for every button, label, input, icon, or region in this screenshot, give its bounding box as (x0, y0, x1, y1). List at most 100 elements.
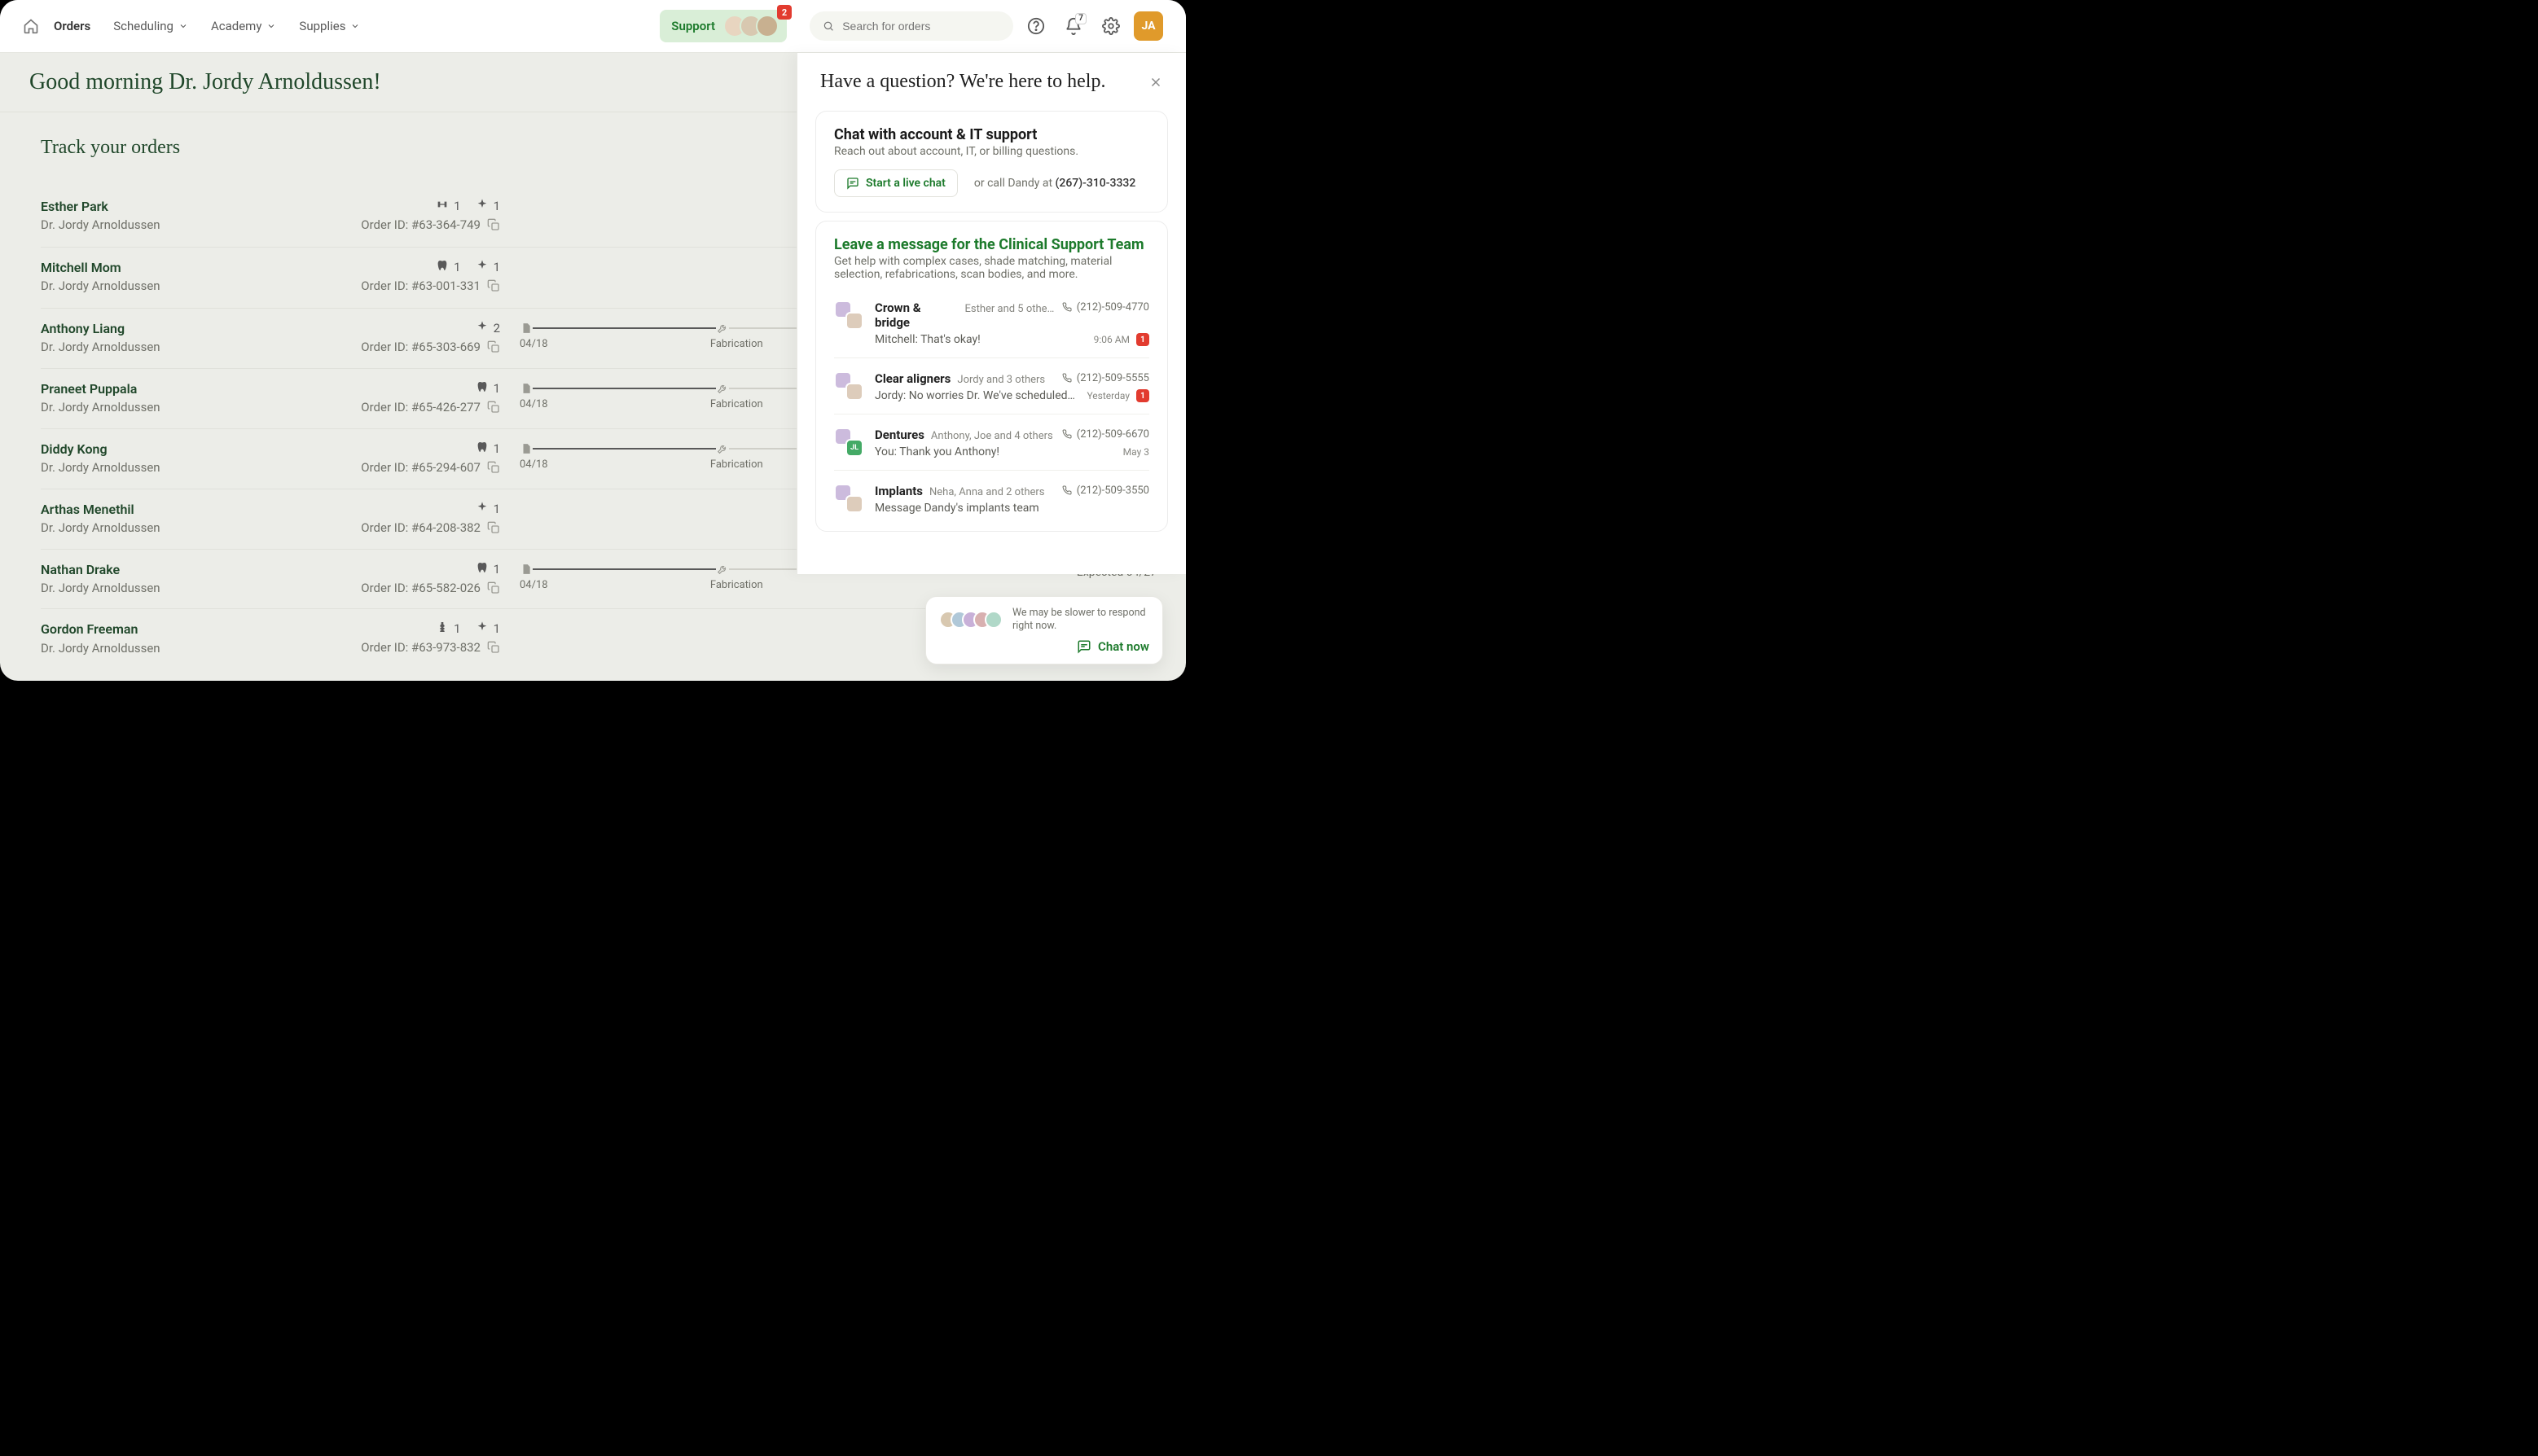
wrench-icon (716, 382, 729, 395)
chat-widget-note: We may be slower to respond right now. (1012, 607, 1149, 634)
progress-start-date: 04/18 (520, 338, 548, 350)
chat-now-label: Chat now (1098, 639, 1149, 654)
bridge-count: 1 (436, 198, 460, 214)
nav-link-label: Orders (54, 19, 90, 33)
notifications-button[interactable]: 7 (1059, 11, 1088, 41)
notifications-badge: 7 (1075, 13, 1087, 24)
support-panel: Have a question? We're here to help. Cha… (797, 53, 1186, 574)
sparkle-count: 1 (476, 198, 500, 214)
tooth-icon (436, 259, 449, 275)
support-thread[interactable]: Clear alignersJordy and 3 others(212)-50… (834, 357, 1149, 414)
support-thread[interactable]: JL Dentures Anthony, Joe and 4 others (212)… (834, 414, 1149, 470)
thread-people: Anthony, Joe and 4 others (931, 430, 1053, 442)
support-thread[interactable]: ImplantsNeha, Anna and 2 others(212)-509… (834, 470, 1149, 526)
thread-avatars: JL (834, 428, 863, 457)
support-phone-number[interactable]: (267)-310-3332 (1056, 177, 1136, 190)
search-bar[interactable] (810, 11, 1013, 41)
chat-widget: We may be slower to respond right now. C… (925, 596, 1163, 665)
nav-link-academy[interactable]: Academy (211, 19, 276, 33)
unread-badge: 1 (1136, 389, 1149, 402)
nav-link-orders[interactable]: Orders (54, 19, 90, 33)
progress-stage: Fabrication (710, 579, 763, 591)
thread-phone[interactable]: (212)-509-6670 (1062, 428, 1149, 441)
settings-button[interactable] (1096, 11, 1126, 41)
phone-icon (1062, 429, 1072, 439)
thread-title: Dentures (875, 428, 924, 442)
help-button[interactable] (1021, 11, 1051, 41)
unread-badge: 1 (1136, 333, 1149, 346)
support-card-clinical-title: Leave a message for the Clinical Support… (834, 236, 1149, 253)
thread-message: Message Dandy's implants team (875, 502, 1039, 515)
or-call-text: or call Dandy at (267)-310-3332 (974, 177, 1135, 190)
order-id: Order ID: #65-303-669 (361, 340, 500, 354)
file-icon (520, 442, 533, 455)
nav-link-scheduling[interactable]: Scheduling (113, 19, 188, 33)
thread-phone[interactable]: (212)-509-5555 (1062, 372, 1149, 384)
patient-name: Praneet Puppala (41, 380, 204, 398)
kind-counts: 1 (476, 441, 500, 457)
support-thread[interactable]: Crown & bridgeEsther and 5 others(212)-5… (834, 287, 1149, 357)
thread-avatars (834, 484, 863, 513)
order-progress (520, 621, 925, 622)
sparkle-icon (476, 259, 489, 275)
thread-phone[interactable]: (212)-509-4770 (1062, 301, 1149, 314)
file-icon (520, 322, 533, 335)
patient-name: Anthony Liang (41, 320, 204, 338)
support-card-it-subtitle: Reach out about account, IT, or billing … (834, 145, 1149, 158)
top-nav: Orders Scheduling Academy Supplies Support … (0, 0, 1186, 53)
tooth-icon (476, 561, 489, 577)
doctor-name: Dr. Jordy Arnoldussen (41, 639, 204, 658)
user-avatar[interactable]: JA (1134, 11, 1163, 41)
chat-now-button[interactable]: Chat now (1077, 639, 1149, 654)
tooth-count: 1 (476, 380, 500, 397)
copy-icon[interactable] (487, 521, 500, 534)
start-live-chat-button[interactable]: Start a live chat (834, 169, 958, 197)
tooth-count: 1 (476, 561, 500, 577)
home-icon[interactable] (23, 18, 39, 34)
nav-link-supplies[interactable]: Supplies (299, 19, 360, 33)
wrench-icon (716, 442, 729, 455)
close-icon[interactable] (1148, 75, 1163, 90)
chat-widget-avatars (939, 611, 1003, 629)
sparkle-icon (476, 198, 489, 214)
kind-counts: 1 (476, 380, 500, 397)
sparkle-icon (476, 320, 489, 336)
doctor-name: Dr. Jordy Arnoldussen (41, 338, 204, 357)
support-card-clinical: Leave a message for the Clinical Support… (815, 221, 1168, 532)
search-icon (823, 20, 834, 33)
tooth-icon (476, 380, 489, 397)
thread-time: May 3 (1123, 446, 1149, 458)
thread-people: Esther and 5 others (964, 303, 1055, 315)
thread-list: Crown & bridgeEsther and 5 others(212)-5… (834, 287, 1149, 526)
copy-icon[interactable] (487, 218, 500, 231)
avatar-label: JL (845, 439, 863, 457)
doctor-name: Dr. Jordy Arnoldussen (41, 579, 204, 598)
thread-people: Neha, Anna and 2 others (929, 486, 1045, 498)
copy-icon[interactable] (487, 279, 500, 292)
thread-avatars (834, 300, 863, 330)
support-avatars (723, 15, 779, 37)
copy-icon[interactable] (487, 581, 500, 594)
copy-icon[interactable] (487, 340, 500, 353)
doctor-name: Dr. Jordy Arnoldussen (41, 519, 204, 537)
progress-stage: Fabrication (710, 398, 763, 410)
phone-icon (1062, 302, 1072, 312)
nav-links: Orders Scheduling Academy Supplies (54, 19, 360, 33)
progress-start-date: 04/18 (520, 458, 548, 471)
thread-message: Mitchell: That's okay! (875, 333, 981, 346)
support-badge: 2 (777, 5, 792, 20)
search-input[interactable] (842, 20, 1000, 33)
patient-name: Nathan Drake (41, 561, 204, 579)
start-live-chat-label: Start a live chat (866, 177, 946, 190)
thread-phone[interactable]: (212)-509-3550 (1062, 485, 1149, 497)
implant-icon (436, 621, 449, 637)
sparkle-count: 1 (476, 501, 500, 517)
doctor-name: Dr. Jordy Arnoldussen (41, 458, 204, 477)
copy-icon[interactable] (487, 401, 500, 414)
order-id: Order ID: #64-208-382 (361, 520, 500, 535)
tooth-count: 1 (436, 259, 460, 275)
copy-icon[interactable] (487, 641, 500, 654)
copy-icon[interactable] (487, 461, 500, 474)
support-card-clinical-subtitle: Get help with complex cases, shade match… (834, 255, 1149, 281)
support-button[interactable]: Support 2 (660, 10, 787, 42)
